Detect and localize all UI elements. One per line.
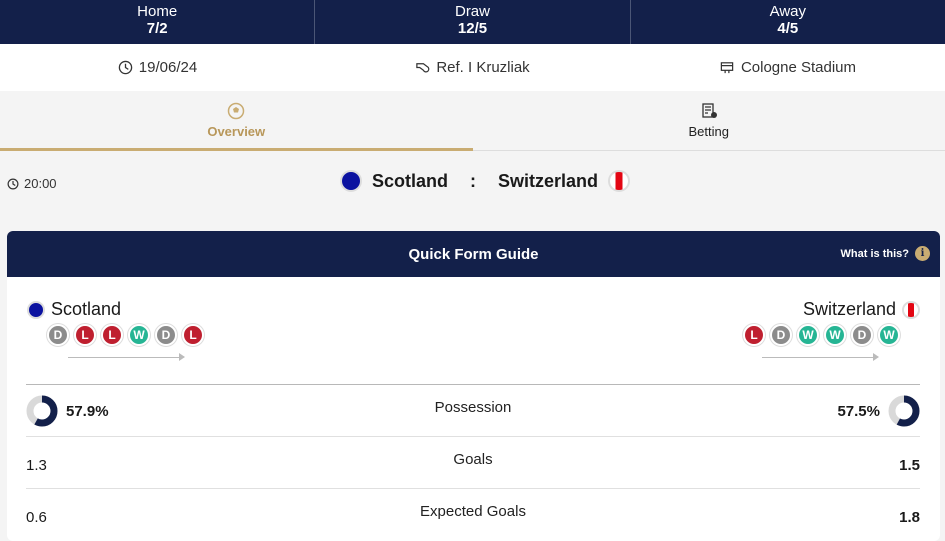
away-team-name[interactable]: Switzerland	[498, 171, 598, 192]
odds-draw-button[interactable]: Draw 12/5	[315, 0, 630, 44]
stat-row-expected-goals: 0.6 Expected Goals 1.8	[26, 488, 920, 540]
away-form-name: Switzerland	[803, 299, 896, 320]
home-form-team: Scotland	[27, 299, 121, 320]
home-form-result-1: D	[47, 324, 69, 346]
stat-label-goals: Goals	[26, 451, 920, 468]
switzerland-flag-icon	[902, 301, 920, 319]
odds-draw-value: 12/5	[315, 20, 629, 38]
stat-row-goals: 1.3 Goals 1.5	[26, 436, 920, 488]
scotland-flag-icon	[27, 301, 45, 319]
away-possession: 57.5%	[837, 395, 920, 427]
away-form-result-6: W	[878, 324, 900, 346]
away-possession-donut	[888, 395, 920, 427]
tab-overview[interactable]: Overview	[0, 91, 473, 150]
odds-draw-label: Draw	[315, 3, 629, 20]
tab-betting-label: Betting	[689, 124, 729, 139]
away-goals-value: 1.5	[899, 457, 920, 474]
odds-away-label: Away	[631, 3, 945, 20]
scotland-flag-icon	[340, 170, 362, 192]
match-venue-text: Cologne Stadium	[741, 59, 856, 76]
odds-home-button[interactable]: Home 7/2	[0, 0, 315, 44]
away-form-results: LDWWDW	[743, 324, 900, 346]
home-form-arrow	[68, 357, 183, 358]
betting-slip-icon	[700, 102, 718, 120]
stat-label-possession: Possession	[26, 399, 920, 416]
clock-icon	[118, 60, 133, 75]
form-guide-header: Quick Form Guide What is this? i	[7, 231, 940, 277]
away-form-team: Switzerland	[803, 299, 920, 320]
tab-overview-label: Overview	[207, 124, 265, 139]
home-team-name[interactable]: Scotland	[372, 171, 448, 192]
stats-table: 57.9% Possession 57.5% 1.3 Goals 1.5 0.6…	[26, 384, 920, 540]
home-form-name: Scotland	[51, 299, 121, 320]
match-date-text: 19/06/24	[139, 59, 197, 76]
match-info-bar: 19/06/24 Ref. I Kruzliak Cologne Stadium	[0, 44, 945, 91]
away-possession-value: 57.5%	[837, 403, 880, 420]
home-form-result-4: W	[128, 324, 150, 346]
away-form-result-1: L	[743, 324, 765, 346]
match-referee-text: Ref. I Kruzliak	[436, 59, 529, 76]
match-venue: Cologne Stadium	[630, 59, 945, 76]
help-text: What is this?	[841, 248, 909, 260]
odds-home-label: Home	[0, 3, 314, 20]
teams: Scotland : Switzerland	[340, 170, 630, 192]
football-icon	[227, 102, 245, 120]
stat-row-possession: 57.9% Possession 57.5%	[26, 384, 920, 436]
away-form-result-3: W	[797, 324, 819, 346]
quick-form-guide: Quick Form Guide What is this? i Scotlan…	[7, 231, 940, 541]
whistle-icon	[415, 60, 430, 75]
switzerland-flag-icon	[608, 170, 630, 192]
stat-label-expected-goals: Expected Goals	[26, 503, 920, 520]
kickoff-time-text: 20:00	[24, 176, 57, 191]
match-header: 20:00 Scotland : Switzerland	[0, 152, 945, 214]
clock-icon	[7, 178, 19, 190]
kickoff-time: 20:00	[7, 176, 57, 191]
match-referee: Ref. I Kruzliak	[315, 59, 630, 76]
odds-away-value: 4/5	[631, 20, 945, 38]
info-icon: i	[915, 246, 930, 261]
away-form-result-2: D	[770, 324, 792, 346]
form-guide-title: Quick Form Guide	[408, 246, 538, 263]
match-date: 19/06/24	[0, 59, 315, 76]
score-separator: :	[470, 171, 476, 192]
away-form-result-4: W	[824, 324, 846, 346]
stadium-icon	[719, 60, 735, 75]
home-form-results: DLLWDL	[47, 324, 204, 346]
what-is-this-link[interactable]: What is this? i	[841, 246, 930, 261]
home-form-result-6: L	[182, 324, 204, 346]
home-form-result-5: D	[155, 324, 177, 346]
away-form-arrow	[762, 357, 877, 358]
home-form-result-2: L	[74, 324, 96, 346]
home-form-result-3: L	[101, 324, 123, 346]
odds-away-button[interactable]: Away 4/5	[631, 0, 945, 44]
match-tabs: Overview Betting	[0, 91, 945, 151]
tab-betting[interactable]: Betting	[473, 91, 945, 150]
odds-bar: Home 7/2 Draw 12/5 Away 4/5	[0, 0, 945, 44]
odds-home-value: 7/2	[0, 20, 314, 38]
away-form-result-5: D	[851, 324, 873, 346]
away-xg-value: 1.8	[899, 509, 920, 526]
